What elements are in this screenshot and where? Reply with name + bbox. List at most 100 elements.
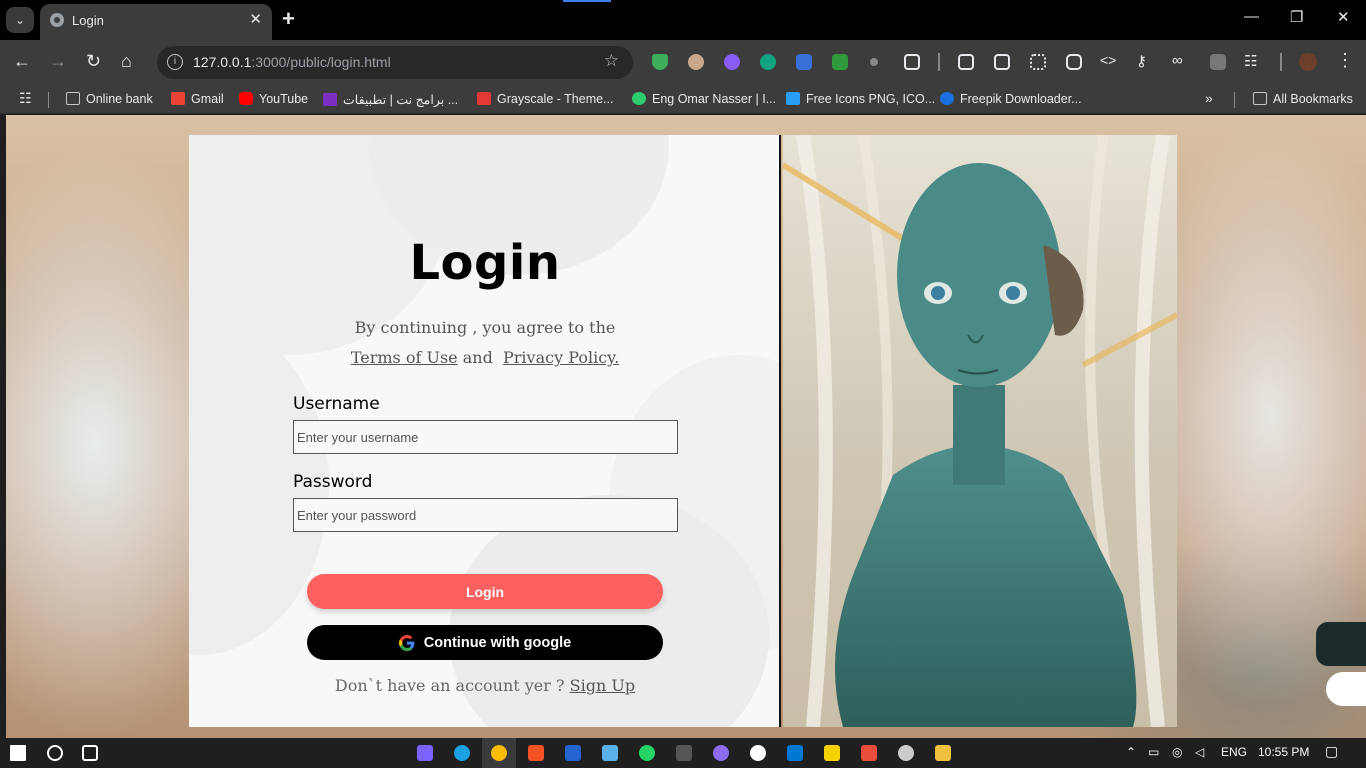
reload-icon[interactable]: ↻ xyxy=(86,51,101,72)
terms-line: Terms of Use and Privacy Policy. xyxy=(189,348,779,367)
new-tab-button[interactable]: + xyxy=(282,6,295,32)
volume-icon[interactable]: ◁ xyxy=(1195,745,1204,759)
network-icon[interactable]: ◎ xyxy=(1172,745,1182,759)
clock[interactable]: 10:55 PM xyxy=(1258,745,1309,759)
battery-icon[interactable]: ▭ xyxy=(1148,745,1159,759)
signup-line: Don`t have an account yer ? Sign Up xyxy=(189,676,779,695)
home-icon[interactable]: ⌂ xyxy=(121,51,132,72)
file-explorer-icon[interactable] xyxy=(935,745,951,761)
address-bar[interactable]: i 127.0.0.1:3000/public/login.html ☆ xyxy=(157,46,633,79)
restore-button[interactable]: ❐ xyxy=(1290,8,1303,26)
login-button[interactable]: Login xyxy=(307,574,663,609)
language-indicator[interactable]: ENG xyxy=(1221,745,1247,759)
site-info-icon[interactable]: i xyxy=(167,54,183,70)
login-card: Login By continuing , you agree to the T… xyxy=(189,135,1177,727)
link-icon[interactable]: ∞ xyxy=(1172,52,1183,69)
table-icon[interactable] xyxy=(958,54,974,70)
screenshot-icon[interactable] xyxy=(1066,54,1082,70)
translate-page-icon[interactable] xyxy=(1210,54,1226,70)
store-icon[interactable] xyxy=(528,745,544,761)
tab-search-button[interactable]: ⌄ xyxy=(6,7,34,33)
code-icon[interactable]: <> xyxy=(1100,52,1116,68)
login-form-panel: Login By continuing , you agree to the T… xyxy=(189,135,781,727)
bookmark-pn[interactable]: برامج نت | تطبيقات ... xyxy=(323,92,458,107)
bookmark-free-icons[interactable]: Free Icons PNG, ICO... xyxy=(786,92,935,106)
translate-extension-icon[interactable] xyxy=(796,54,812,70)
brain-floating-icon[interactable] xyxy=(1326,672,1366,706)
google-login-button[interactable]: Continue with google xyxy=(307,625,663,660)
extensions-puzzle-icon[interactable] xyxy=(904,54,920,70)
profile-avatar[interactable] xyxy=(1299,53,1317,71)
pn-icon xyxy=(323,93,337,106)
search-icon[interactable] xyxy=(47,745,63,761)
apps-grid-icon[interactable]: ☷ xyxy=(19,90,32,107)
privacy-policy-link[interactable]: Privacy Policy. xyxy=(503,348,619,367)
signup-prompt: Don`t have an account yer ? xyxy=(334,676,565,695)
bookmark-star-icon[interactable]: ☆ xyxy=(604,51,619,71)
url-text[interactable]: 127.0.0.1:3000/public/login.html xyxy=(193,54,391,70)
remote-desktop-icon[interactable] xyxy=(602,745,618,761)
vscode-icon[interactable] xyxy=(787,745,803,761)
notifications-icon[interactable]: ▢ xyxy=(1325,743,1338,760)
dot-extension-icon[interactable] xyxy=(870,58,878,66)
page-title: Login xyxy=(409,235,561,291)
sign-up-link[interactable]: Sign Up xyxy=(570,676,635,695)
bookmark-eng-omar[interactable]: Eng Omar Nasser | I... xyxy=(632,92,776,106)
chatgpt-app-icon[interactable] xyxy=(898,745,914,761)
minimize-button[interactable]: — xyxy=(1244,8,1259,25)
github-icon[interactable] xyxy=(750,745,766,761)
windows-start-icon[interactable] xyxy=(10,745,26,761)
brain-extension-icon[interactable] xyxy=(724,54,740,70)
bookmark-gmail[interactable]: Gmail xyxy=(171,92,224,106)
reading-list-icon[interactable]: ☷ xyxy=(1244,52,1257,70)
edge-icon[interactable] xyxy=(454,745,470,761)
tab-title: Login xyxy=(72,13,104,28)
back-icon[interactable]: ← xyxy=(13,51,31,72)
shield-extension-icon[interactable] xyxy=(652,54,668,70)
qr-code-icon[interactable] xyxy=(1030,54,1046,70)
chatgpt-extension-icon[interactable] xyxy=(760,54,776,70)
whatsapp-icon[interactable] xyxy=(639,745,655,761)
browser-toolbar: ← → ↻ ⌂ i 127.0.0.1:3000/public/login.ht… xyxy=(0,40,1366,86)
tab-strip: ⌄ Login ✕ + — ❐ ✕ xyxy=(0,0,1366,40)
viewport-edge xyxy=(0,115,6,738)
app-y-icon[interactable] xyxy=(676,745,692,761)
bookmark-grayscale[interactable]: Grayscale - Theme... xyxy=(477,92,613,106)
devices-icon[interactable] xyxy=(994,54,1010,70)
obsidian-icon[interactable] xyxy=(713,745,729,761)
password-label: Password xyxy=(293,472,373,492)
sticky-notes-icon[interactable] xyxy=(824,745,840,761)
task-view-icon[interactable] xyxy=(82,745,98,761)
and-text: and xyxy=(462,348,493,367)
grayscale-icon xyxy=(477,92,491,105)
figma-icon[interactable] xyxy=(861,745,877,761)
chrome-icon[interactable] xyxy=(491,745,507,761)
terms-of-use-link[interactable]: Terms of Use xyxy=(351,348,458,367)
todo-icon[interactable] xyxy=(565,745,581,761)
all-bookmarks[interactable]: All Bookmarks xyxy=(1253,92,1353,106)
owl-extension-icon[interactable] xyxy=(688,54,704,70)
close-window-button[interactable]: ✕ xyxy=(1337,8,1350,26)
bookmarks-separator-2 xyxy=(1234,92,1235,108)
bookmark-online-bank[interactable]: Online bank xyxy=(66,92,153,106)
chatgpt-floating-icon[interactable] xyxy=(1316,622,1366,666)
username-input[interactable] xyxy=(293,420,678,454)
copilot-icon[interactable] xyxy=(417,745,433,761)
gmail-icon xyxy=(171,92,185,105)
forward-icon[interactable]: → xyxy=(49,51,67,72)
password-input[interactable] xyxy=(293,498,678,532)
bookmarks-separator xyxy=(48,92,49,108)
toolbar-separator-2 xyxy=(1280,53,1282,71)
bookmark-youtube[interactable]: YouTube xyxy=(239,92,308,106)
google-icon xyxy=(398,634,415,651)
more-bookmarks-icon[interactable]: » xyxy=(1205,90,1213,106)
key-icon[interactable]: ⚷ xyxy=(1136,52,1147,70)
bookmark-freepik[interactable]: Freepik Downloader... xyxy=(940,92,1082,106)
menu-dots-icon[interactable]: ⋮ xyxy=(1336,50,1354,71)
tray-chevron-icon[interactable]: ⌃ xyxy=(1126,745,1136,759)
tab-login[interactable]: Login ✕ xyxy=(40,4,272,40)
alien-image xyxy=(783,135,1177,727)
download-extension-icon[interactable] xyxy=(832,54,848,70)
close-tab-icon[interactable]: ✕ xyxy=(249,10,262,28)
username-label: Username xyxy=(293,394,380,414)
